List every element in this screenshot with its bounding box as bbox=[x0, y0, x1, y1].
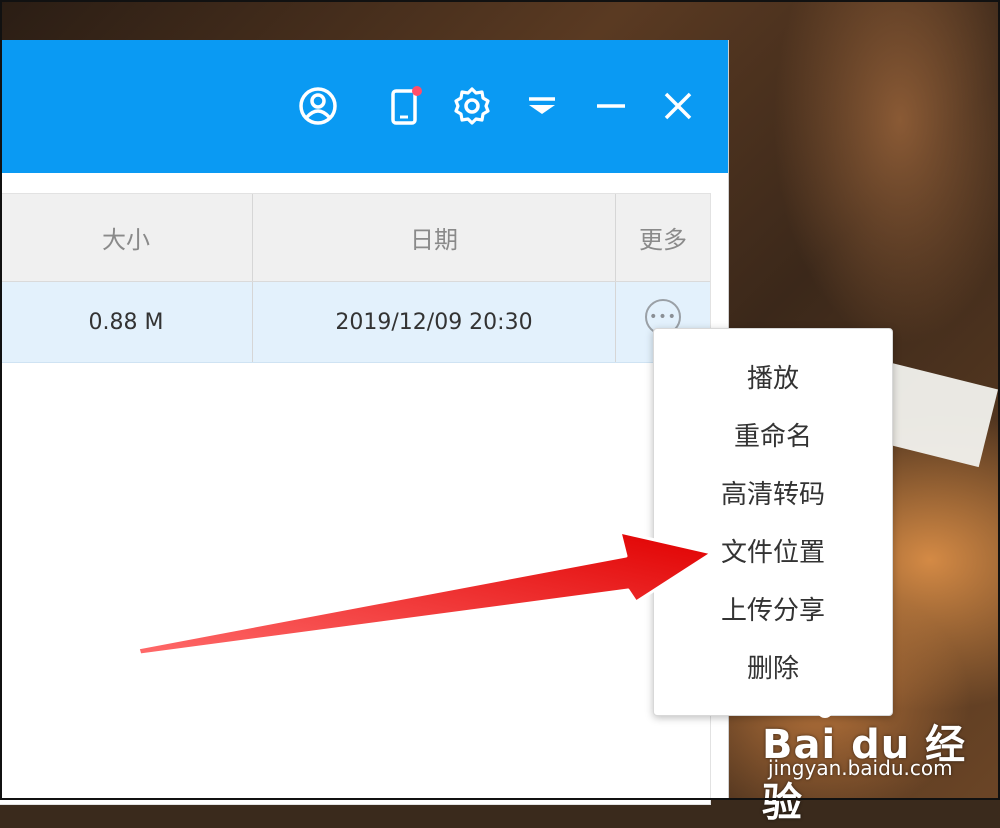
column-header-size[interactable]: 大小 bbox=[0, 194, 253, 281]
app-window: 大小 日期 更多 0.88 M 2019/12/09 20:30 ••• bbox=[0, 40, 729, 805]
cell-date: 2019/12/09 20:30 bbox=[253, 282, 616, 362]
settings-button[interactable] bbox=[452, 86, 492, 126]
minimize-button[interactable] bbox=[591, 86, 631, 126]
close-button[interactable] bbox=[658, 86, 698, 126]
context-menu: 播放 重命名 高清转码 文件位置 上传分享 删除 bbox=[653, 328, 893, 716]
menu-item-rename[interactable]: 重命名 bbox=[654, 409, 892, 459]
table-row[interactable]: 0.88 M 2019/12/09 20:30 ••• bbox=[0, 282, 710, 363]
menu-item-rename-label: 重命名 bbox=[733, 421, 812, 452]
file-table: 大小 日期 更多 0.88 M 2019/12/09 20:30 ••• bbox=[0, 193, 711, 805]
column-header-size-label: 大小 bbox=[102, 226, 150, 254]
menu-item-upload-share[interactable]: 上传分享 bbox=[654, 583, 892, 633]
title-bar bbox=[0, 40, 728, 173]
menu-item-hd-transcode[interactable]: 高清转码 bbox=[654, 467, 892, 517]
menu-item-upload-share-label: 上传分享 bbox=[720, 595, 825, 626]
menu-item-delete[interactable]: 删除 bbox=[654, 641, 892, 691]
cell-size: 0.88 M bbox=[0, 282, 253, 362]
column-header-more: 更多 bbox=[616, 194, 710, 281]
column-header-more-label: 更多 bbox=[639, 226, 687, 254]
column-header-date[interactable]: 日期 bbox=[253, 194, 616, 281]
user-button[interactable] bbox=[298, 86, 338, 126]
watermark: Bai du 经验 jingyan.baidu.com bbox=[740, 690, 990, 826]
dropdown-button[interactable] bbox=[522, 86, 562, 126]
watermark-url: jingyan.baidu.com bbox=[768, 756, 953, 780]
menu-item-file-location-label: 文件位置 bbox=[720, 537, 825, 568]
dropdown-icon bbox=[522, 86, 562, 126]
mobile-button[interactable] bbox=[385, 86, 425, 126]
gear-icon bbox=[452, 86, 492, 126]
menu-item-delete-label: 删除 bbox=[746, 653, 799, 684]
phone-icon bbox=[385, 86, 425, 126]
minimize-icon bbox=[591, 86, 631, 126]
more-icon: ••• bbox=[649, 309, 677, 325]
close-icon bbox=[658, 86, 698, 126]
menu-item-play-label: 播放 bbox=[746, 363, 799, 394]
table-header: 大小 日期 更多 bbox=[0, 194, 710, 282]
user-icon bbox=[298, 86, 338, 126]
column-header-date-label: 日期 bbox=[410, 226, 458, 254]
menu-item-file-location[interactable]: 文件位置 bbox=[654, 525, 892, 575]
menu-item-hd-transcode-label: 高清转码 bbox=[720, 479, 825, 510]
menu-item-play[interactable]: 播放 bbox=[654, 351, 892, 401]
cell-size-value: 0.88 M bbox=[88, 309, 164, 335]
cell-date-value: 2019/12/09 20:30 bbox=[335, 309, 533, 335]
